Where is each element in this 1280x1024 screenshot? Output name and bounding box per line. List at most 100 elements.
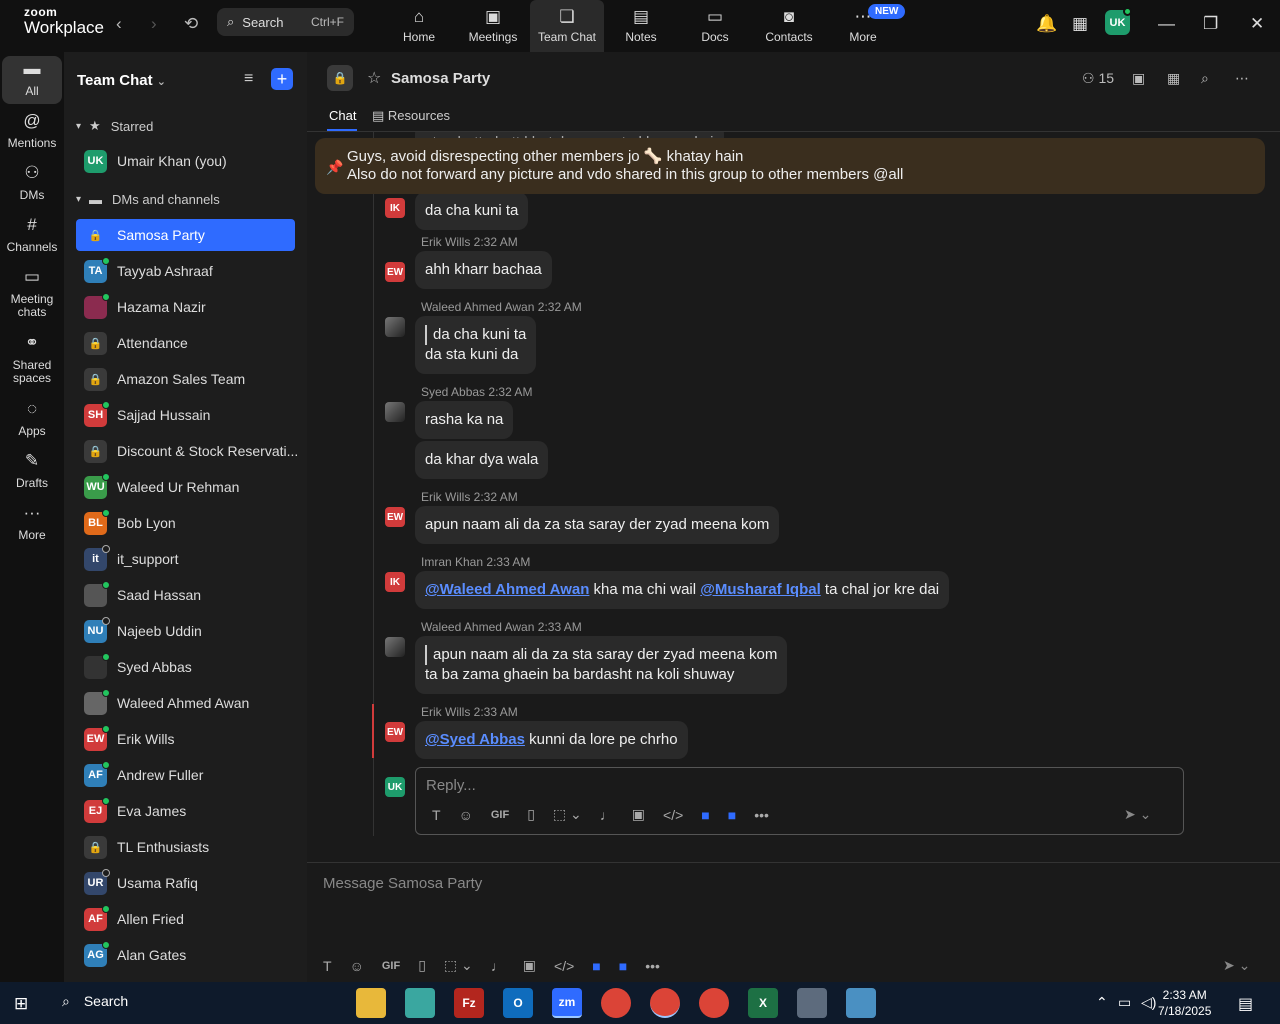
- section-dms-channels[interactable]: ▾ ▬ DMs and channels: [76, 192, 220, 207]
- add-button[interactable]: +: [271, 68, 293, 90]
- sidebar-item[interactable]: 🔒 Attendance: [76, 327, 295, 359]
- bell-icon[interactable]: 🔔: [1036, 14, 1057, 34]
- nav-more[interactable]: ⋯ More NEW: [826, 0, 906, 52]
- chrome-icon[interactable]: [650, 988, 680, 1018]
- zoom-icon[interactable]: zm: [552, 988, 582, 1018]
- message-bubble[interactable]: da cha kuni ta da sta kuni da: [415, 316, 537, 374]
- rail-all[interactable]: ▬ All: [2, 56, 62, 104]
- file-explorer-icon[interactable]: [356, 988, 386, 1018]
- message-bubble[interactable]: ahh kharr bachaa: [415, 251, 552, 289]
- send-icon[interactable]: ➤ ⌄: [1223, 957, 1250, 974]
- filezilla-icon[interactable]: Fz: [454, 988, 484, 1018]
- text-format-icon[interactable]: T: [432, 807, 441, 823]
- emoji-icon[interactable]: ☺: [459, 807, 473, 823]
- outlook-icon[interactable]: O: [503, 988, 533, 1018]
- nav-team-chat[interactable]: ❏ Team Chat: [530, 0, 604, 52]
- channel-title[interactable]: Samosa Party: [391, 70, 490, 87]
- app-icon[interactable]: ■: [728, 807, 736, 823]
- sidebar-item[interactable]: 🔒 Discount & Stock Reservati...: [76, 435, 298, 467]
- excel-icon[interactable]: X: [748, 988, 778, 1018]
- sidebar-item[interactable]: 🔒 Amazon Sales Team: [76, 363, 295, 395]
- nav-notes[interactable]: ▤ Notes: [604, 0, 678, 52]
- calculator-icon[interactable]: [797, 988, 827, 1018]
- message-bubble[interactable]: da cha kuni ta: [415, 192, 529, 230]
- forward-arrow-icon[interactable]: ›: [151, 14, 157, 34]
- message-bubble[interactable]: rasha ka na: [415, 401, 514, 439]
- file-icon[interactable]: ▯: [418, 957, 426, 974]
- sidebar-item[interactable]: UR Usama Rafiq: [76, 867, 295, 899]
- message-bubble[interactable]: apun naam ali da za sta saray der zyad m…: [415, 506, 780, 544]
- rail-drafts[interactable]: ✎ Drafts: [2, 452, 62, 490]
- sidebar-item[interactable]: WU Waleed Ur Rehman: [76, 471, 295, 503]
- text-format-icon[interactable]: T: [323, 958, 332, 974]
- file-icon[interactable]: ▯: [527, 806, 535, 823]
- rail-more[interactable]: ··· More: [2, 504, 62, 542]
- reply-box[interactable]: Reply... T ☺ GIF ▯ ⬚ ⌄ ♩ ▣ </> ■ ■ ••• ➤…: [415, 767, 1184, 835]
- rail-shared-spaces[interactable]: ⚭ Shared spaces: [2, 334, 62, 385]
- microphone-icon[interactable]: ♩: [491, 958, 505, 974]
- windows-icon[interactable]: ⊞: [14, 994, 28, 1014]
- sidebar-item[interactable]: Saad Hassan: [76, 579, 295, 611]
- notifications-icon[interactable]: ▤: [1238, 994, 1253, 1014]
- nav-docs[interactable]: ▭ Docs: [678, 0, 752, 52]
- code-icon[interactable]: </>: [554, 958, 574, 974]
- send-icon[interactable]: ➤ ⌄: [1124, 806, 1151, 823]
- app-icon[interactable]: ■: [701, 807, 709, 823]
- ellipsis-icon[interactable]: •••: [754, 807, 769, 823]
- reply-input[interactable]: Reply...: [426, 777, 476, 794]
- sidebar-item[interactable]: 🔒 Samosa Party: [76, 219, 295, 251]
- taskbar-search[interactable]: ⌕ Search: [62, 993, 128, 1010]
- app-icon[interactable]: ■: [619, 958, 627, 974]
- rail-channels[interactable]: # Channels: [2, 216, 62, 254]
- tab-resources[interactable]: ▤ Resources: [372, 108, 450, 124]
- mention-link[interactable]: @Musharaf Iqbal: [700, 581, 820, 598]
- screenshot-icon[interactable]: ⬚ ⌄: [553, 806, 582, 823]
- minimize-icon[interactable]: —: [1158, 14, 1175, 34]
- search-box[interactable]: ⌕ Search Ctrl+F: [217, 8, 354, 36]
- gif-icon[interactable]: GIF: [491, 809, 509, 821]
- clock[interactable]: 2:33 AM 7/18/2025: [1158, 987, 1211, 1019]
- chevron-up-icon[interactable]: ⌃: [1096, 994, 1108, 1011]
- search-icon[interactable]: ⌕: [1201, 70, 1209, 87]
- sidebar-item[interactable]: TA Tayyab Ashraaf: [76, 255, 295, 287]
- sidebar-item[interactable]: it it_support: [76, 543, 295, 575]
- nav-meetings[interactable]: ▣ Meetings: [456, 0, 530, 52]
- more-options-icon[interactable]: ⋯: [1235, 70, 1249, 87]
- sidebar-item[interactable]: Waleed Ahmed Awan: [76, 687, 295, 719]
- calendar-icon[interactable]: ▦: [1167, 70, 1180, 87]
- message-bubble[interactable]: @Waleed Ahmed Awan kha ma chi wail @Mush…: [415, 571, 950, 609]
- sidebar-item[interactable]: SH Sajjad Hussain: [76, 399, 295, 431]
- sidebar-item[interactable]: Hazama Nazir: [76, 291, 295, 323]
- message-bubble[interactable]: @Syed Abbas kunni da lore pe chrho: [415, 721, 688, 759]
- sidebar-item-umair-khan[interactable]: UK Umair Khan (you): [76, 145, 295, 177]
- pinned-message[interactable]: 📌 Guys, avoid disrespecting other member…: [315, 138, 1265, 194]
- sidebar-item[interactable]: AF Allen Fried: [76, 903, 295, 935]
- nav-home[interactable]: ⌂ Home: [382, 0, 456, 52]
- message-input[interactable]: Message Samosa Party: [323, 875, 482, 892]
- chrome-icon[interactable]: [601, 988, 631, 1018]
- video-clip-icon[interactable]: ▣: [632, 806, 645, 823]
- rail-meeting-chats[interactable]: ▭ Meeting chats: [2, 268, 62, 319]
- chrome-icon[interactable]: [699, 988, 729, 1018]
- sidebar-item[interactable]: AG Alan Gates: [76, 939, 295, 971]
- video-call-icon[interactable]: ▣: [1132, 70, 1145, 87]
- app-icon[interactable]: [846, 988, 876, 1018]
- mention-link[interactable]: @Waleed Ahmed Awan: [425, 581, 589, 598]
- tab-chat[interactable]: Chat: [329, 108, 356, 123]
- sidebar-item[interactable]: BL Bob Lyon: [76, 507, 295, 539]
- sidebar-title[interactable]: Team Chat ⌄: [77, 72, 166, 89]
- sidebar-item[interactable]: Syed Abbas: [76, 651, 295, 683]
- gif-icon[interactable]: GIF: [382, 960, 400, 972]
- mention-link[interactable]: @Syed Abbas: [425, 731, 525, 748]
- star-outline-icon[interactable]: ☆: [367, 68, 381, 88]
- restore-icon[interactable]: ❐: [1203, 14, 1218, 34]
- message-bubble[interactable]: apun naam ali da za sta saray der zyad m…: [415, 636, 788, 694]
- screenshot-icon[interactable]: ⬚ ⌄: [444, 957, 473, 974]
- microphone-icon[interactable]: ♩: [600, 807, 614, 823]
- back-arrow-icon[interactable]: ‹: [116, 14, 122, 34]
- sidebar-item[interactable]: EW Erik Wills: [76, 723, 295, 755]
- emoji-icon[interactable]: ☺: [350, 958, 364, 974]
- app-icon[interactable]: [405, 988, 435, 1018]
- rail-mentions[interactable]: @ Mentions: [2, 112, 62, 150]
- ellipsis-icon[interactable]: •••: [645, 958, 660, 974]
